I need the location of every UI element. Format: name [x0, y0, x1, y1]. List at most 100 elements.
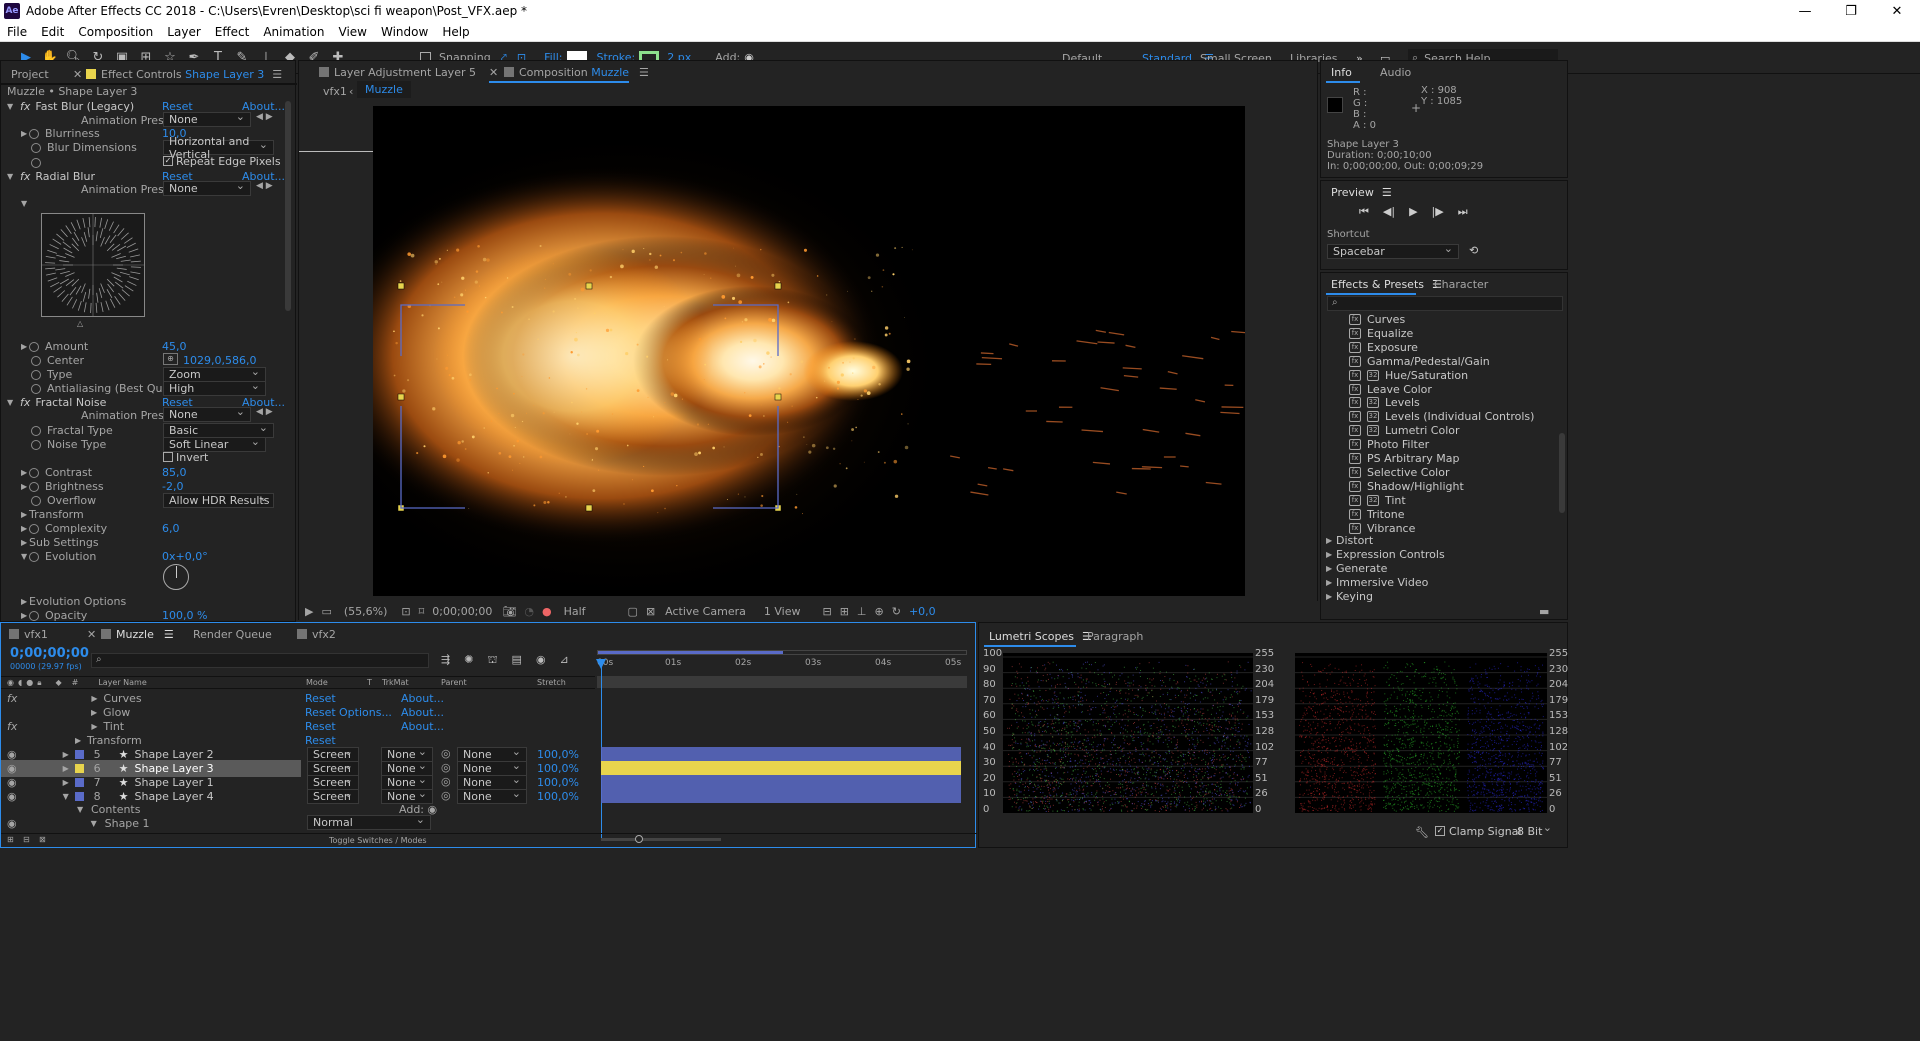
- reset-exposure-icon[interactable]: ↻: [892, 605, 901, 618]
- col-parent[interactable]: Parent: [441, 678, 467, 687]
- col-layer-name[interactable]: Layer Name: [98, 678, 146, 687]
- tab-paragraph[interactable]: Paragraph: [1087, 625, 1143, 647]
- panel-menu-icon[interactable]: ☰: [1382, 186, 1392, 199]
- fractal-presets-dropdown[interactable]: None: [163, 405, 251, 422]
- zoom-dropdown[interactable]: (55,6%): [344, 605, 388, 618]
- motion-blur-icon[interactable]: ◉: [536, 653, 546, 668]
- layer-duration-bar[interactable]: [601, 761, 961, 775]
- audio-icon[interactable]: ◖: [18, 678, 22, 687]
- tab-muzzle[interactable]: Muzzle ☰: [101, 623, 174, 645]
- col-stretch[interactable]: Stretch: [537, 678, 566, 687]
- exposure-value[interactable]: +0,0: [909, 605, 936, 618]
- menu-edit[interactable]: Edit: [34, 25, 71, 39]
- last-frame-icon[interactable]: ⏭: [1458, 205, 1468, 219]
- eye-icon[interactable]: ◉: [7, 678, 14, 687]
- effects-scrollbar[interactable]: [1559, 433, 1565, 513]
- menu-view[interactable]: View: [332, 25, 374, 39]
- stopwatch-icon[interactable]: [29, 481, 39, 492]
- menu-composition[interactable]: Composition: [71, 25, 160, 39]
- shortcut-dropdown[interactable]: Spacebar: [1327, 242, 1459, 259]
- wrench-icon[interactable]: 🔧︎: [1415, 826, 1429, 839]
- stopwatch-icon[interactable]: [29, 341, 39, 352]
- timeline-timecode[interactable]: 0;00;00;00: [10, 646, 89, 661]
- reset-icon[interactable]: ⟲: [1469, 244, 1478, 257]
- layer-stretch-value[interactable]: 100,0%: [537, 776, 579, 789]
- prev-preset-icon[interactable]: ◀ ▶: [256, 112, 273, 122]
- maximize-button[interactable]: ❐: [1828, 0, 1874, 22]
- tab-effects-presets[interactable]: Effects & Presets ☰: [1331, 273, 1442, 295]
- stopwatch-icon[interactable]: [31, 157, 41, 168]
- stopwatch-icon[interactable]: [31, 369, 41, 380]
- preset-arrows-icon[interactable]: ◀ ▶: [256, 407, 273, 417]
- effects-search-input[interactable]: ⌕: [1327, 296, 1563, 311]
- expand-arrow-icon[interactable]: ▶: [1326, 592, 1334, 601]
- layer-label-swatch[interactable]: [74, 778, 84, 787]
- draft-3d-icon[interactable]: ✺: [464, 653, 473, 668]
- layer-search-input[interactable]: ⌕: [91, 653, 429, 668]
- menu-effect[interactable]: Effect: [208, 25, 257, 39]
- breadcrumb-muzzle[interactable]: Muzzle: [357, 81, 411, 98]
- pickwhip-icon[interactable]: ◎: [441, 761, 451, 774]
- comp-settings-icon[interactable]: ⊞: [7, 835, 14, 844]
- comp-mini-flowchart-icon[interactable]: ⇶: [441, 653, 450, 668]
- panel-menu-icon[interactable]: ☰: [164, 628, 174, 641]
- menu-help[interactable]: Help: [435, 25, 476, 39]
- opacity-value[interactable]: 100,0 %: [162, 609, 207, 622]
- effect-category[interactable]: ▶ Keying: [1326, 588, 1373, 605]
- channels-icon[interactable]: ●: [542, 605, 552, 618]
- expand-arrow-icon[interactable]: ▶: [1326, 564, 1334, 573]
- flowchart-icon[interactable]: ⊕: [875, 605, 884, 618]
- expand-arrow-icon[interactable]: ▶: [63, 764, 71, 773]
- pickwhip-icon[interactable]: ◎: [441, 747, 451, 760]
- lock-icon[interactable]: 🔒︎: [37, 678, 41, 688]
- label-icon[interactable]: ◆: [55, 678, 61, 687]
- tab-vfx2[interactable]: vfx2: [297, 623, 336, 645]
- solo-icon[interactable]: ●: [26, 678, 33, 687]
- tab-vfx1[interactable]: vfx1: [9, 623, 48, 645]
- stopwatch-icon[interactable]: [29, 551, 39, 562]
- evolution-dial[interactable]: [163, 564, 189, 590]
- tab-render-queue[interactable]: Render Queue: [193, 623, 272, 645]
- new-bin-icon[interactable]: ▬: [1539, 605, 1549, 618]
- monitor-icon[interactable]: ▭: [321, 605, 331, 618]
- menu-animation[interactable]: Animation: [256, 25, 331, 39]
- layer-label-swatch[interactable]: [74, 764, 84, 773]
- layer-duration-bar[interactable]: [601, 775, 961, 789]
- close-icon[interactable]: ✕: [489, 61, 498, 83]
- stopwatch-icon[interactable]: [31, 142, 41, 153]
- graph-editor-icon[interactable]: ⊿: [560, 653, 569, 668]
- pickwhip-icon[interactable]: ◎: [441, 775, 451, 788]
- layer-duration-bar[interactable]: [601, 747, 961, 761]
- transparency-grid-icon[interactable]: ⊠: [646, 605, 655, 618]
- expand-arrow-icon[interactable]: ▼: [21, 199, 29, 208]
- next-preset-icon[interactable]: ◀ ▶: [256, 181, 273, 191]
- roi-icon[interactable]: ▢: [628, 605, 638, 618]
- radial-blur-preview-widget[interactable]: [41, 213, 145, 317]
- crosshair-icon[interactable]: ⊕: [163, 353, 178, 365]
- stopwatch-icon[interactable]: [31, 355, 41, 366]
- layer-stretch-value[interactable]: 100,0%: [537, 762, 579, 775]
- stopwatch-icon[interactable]: [31, 439, 41, 450]
- transform-reset[interactable]: Reset: [305, 734, 336, 747]
- tab-character[interactable]: Character: [1434, 273, 1488, 295]
- layer-label-swatch[interactable]: [74, 750, 84, 759]
- bit-depth-dropdown[interactable]: 8 Bit: [1512, 821, 1557, 839]
- shy-layers-icon[interactable]: ⛫: [487, 653, 497, 668]
- camera-dropdown[interactable]: Active Camera: [665, 605, 746, 618]
- mask-visibility-icon[interactable]: ⌑: [419, 605, 425, 618]
- shape-blend-mode-dropdown[interactable]: Normal: [307, 813, 431, 830]
- panel-menu-icon[interactable]: ☰: [639, 66, 649, 79]
- stopwatch-icon[interactable]: [29, 610, 39, 621]
- safe-zones-icon[interactable]: ⊡: [401, 605, 410, 618]
- prev-frame-icon[interactable]: ◀|: [1383, 205, 1395, 219]
- play-icon[interactable]: ▶: [1409, 205, 1417, 219]
- expand-arrow-icon[interactable]: ▶: [63, 778, 71, 787]
- stopwatch-icon[interactable]: [29, 467, 39, 478]
- tab-info[interactable]: Info: [1331, 61, 1352, 83]
- fast-previews-icon[interactable]: ⊞: [840, 605, 849, 618]
- views-dropdown[interactable]: 1 View: [764, 605, 801, 618]
- close-icon[interactable]: ✕: [87, 623, 96, 645]
- next-frame-icon[interactable]: |▶: [1432, 205, 1444, 219]
- breadcrumb-vfx1[interactable]: vfx1: [323, 80, 347, 102]
- effect-controls-scrollbar[interactable]: [285, 101, 291, 311]
